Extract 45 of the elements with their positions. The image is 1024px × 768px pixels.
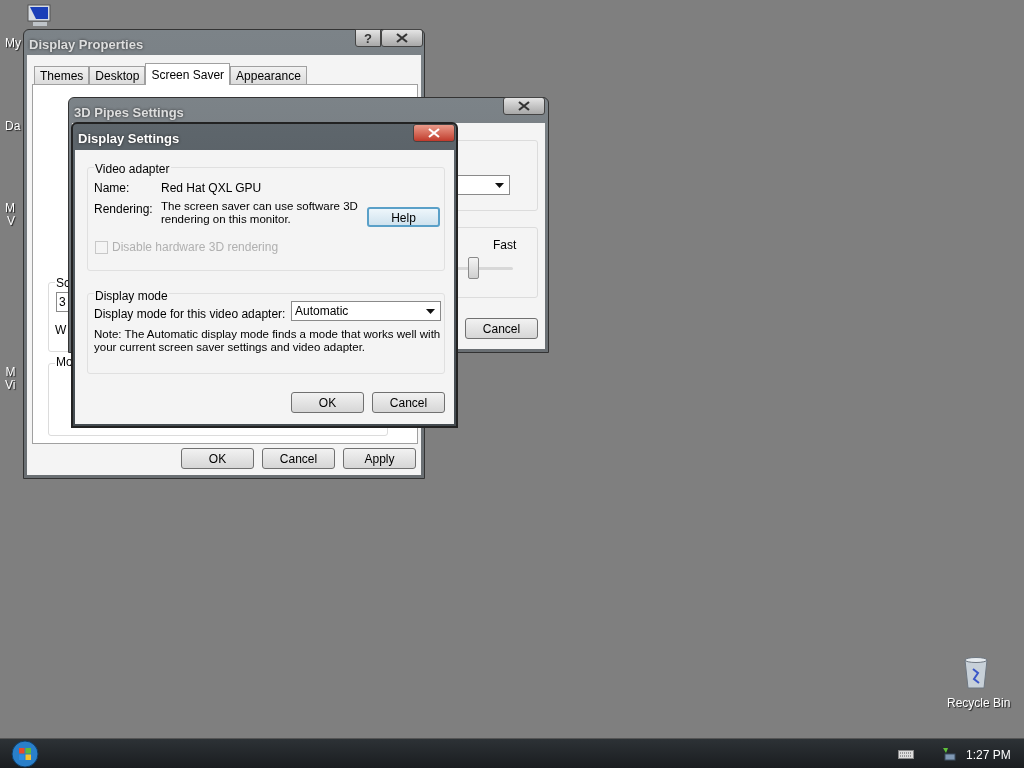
dialog-button[interactable]: Cancel [372, 392, 445, 413]
speed-label: Fast [493, 237, 517, 254]
start-orb-icon[interactable] [10, 740, 40, 768]
desktop-icon-label[interactable]: Da [5, 120, 21, 133]
close-icon [428, 128, 440, 138]
desktop-icon-label[interactable]: V [7, 215, 15, 228]
dialog-button[interactable]: Apply [343, 448, 416, 469]
window-title: Display Properties [29, 36, 144, 54]
window-title: Display Settings [78, 130, 180, 148]
dialog-button[interactable]: Cancel [465, 318, 538, 339]
desktop-icon-label[interactable]: M [5, 366, 16, 379]
recycle-bin-icon[interactable] [963, 657, 989, 689]
name-label: Name: [94, 180, 130, 197]
tab[interactable]: Appearance [230, 66, 307, 85]
monitor-icon[interactable] [25, 4, 53, 28]
help-button[interactable]: Help [367, 207, 440, 227]
desktop-icon-label[interactable]: M [5, 202, 15, 215]
wait-label: W [55, 322, 67, 339]
network-icon[interactable] [940, 746, 956, 762]
dialog-button[interactable]: OK [291, 392, 364, 413]
tab[interactable]: Screen Saver [145, 63, 231, 85]
window-title: 3D Pipes Settings [74, 104, 184, 122]
note-text: Note: The Automatic display mode finds a mode that works well with your current screen saver settings and video adapter. [94, 328, 442, 354]
desktop-icon-label[interactable]: My [5, 37, 21, 50]
desktop-icon-label[interactable]: Vi [5, 379, 16, 392]
dropdown-arrow-icon [495, 182, 504, 188]
keyboard-icon[interactable] [898, 750, 914, 759]
checkbox-label: Disable hardware 3D rendering [112, 239, 279, 256]
close-icon [396, 33, 408, 43]
close-button[interactable] [413, 124, 455, 142]
adapter-name: Red Hat QXL GPU [161, 180, 262, 197]
rendering-text: The screen saver can use software 3D rendering on this monitor. [161, 200, 359, 226]
clock[interactable]: 1:27 PM [966, 746, 1011, 764]
dialog-button[interactable]: OK [181, 448, 254, 469]
display-mode-select[interactable]: Automatic [291, 301, 441, 321]
display-mode-label: Display mode for this video adapter: [94, 306, 286, 323]
close-button[interactable] [381, 29, 423, 47]
dropdown-arrow-icon [426, 308, 435, 314]
close-icon [518, 101, 530, 111]
desktop-icon-label[interactable]: Recycle Bin [947, 694, 1011, 712]
close-button[interactable] [503, 97, 545, 115]
slider-thumb[interactable] [468, 257, 480, 279]
rendering-label: Rendering: [94, 201, 153, 218]
help-button[interactable]: ? [355, 29, 381, 47]
dialog-button[interactable]: Cancel [262, 448, 335, 469]
